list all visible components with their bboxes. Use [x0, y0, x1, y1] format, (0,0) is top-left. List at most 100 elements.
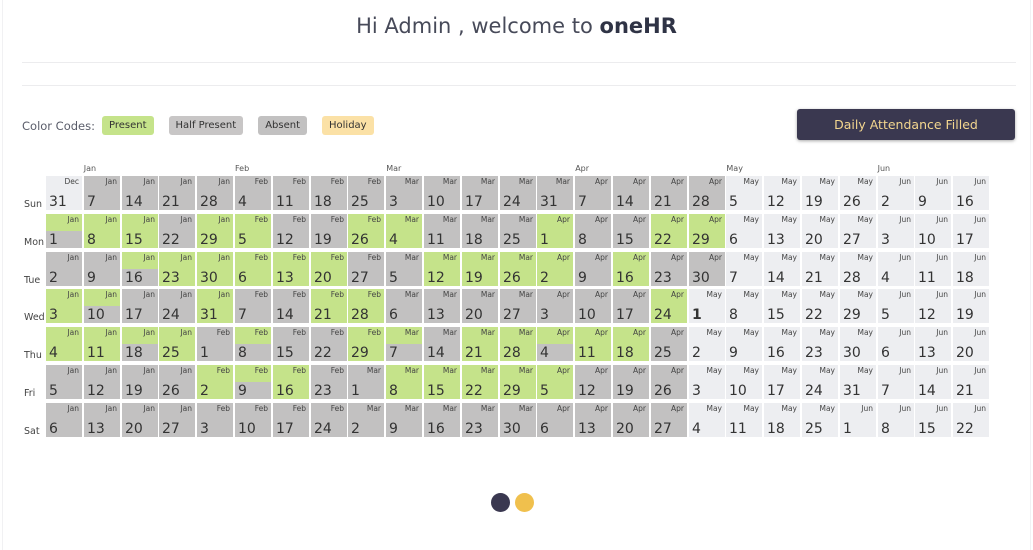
daily-attendance-filled-button[interactable]: Daily Attendance Filled: [797, 109, 1015, 140]
calendar-day-cell[interactable]: May 2: [689, 327, 725, 361]
calendar-day-cell[interactable]: May 20: [802, 214, 838, 248]
calendar-day-cell[interactable]: Jan 18: [122, 327, 158, 361]
calendar-day-cell[interactable]: Jun 7: [878, 365, 914, 399]
calendar-day-cell[interactable]: Apr 13: [575, 403, 611, 437]
calendar-day-cell[interactable]: Jan 24: [159, 289, 195, 323]
calendar-day-cell[interactable]: Mar 24: [500, 176, 536, 210]
calendar-day-cell[interactable]: Jun 1: [840, 403, 876, 437]
calendar-day-cell[interactable]: Feb 13: [273, 252, 309, 286]
calendar-day-cell[interactable]: Feb 10: [235, 403, 271, 437]
calendar-day-cell[interactable]: Apr 14: [613, 176, 649, 210]
calendar-day-cell[interactable]: May 11: [726, 403, 762, 437]
calendar-day-cell[interactable]: Mar 8: [386, 365, 422, 399]
calendar-day-cell[interactable]: Mar 28: [500, 327, 536, 361]
calendar-day-cell[interactable]: Jan 10: [84, 289, 120, 323]
calendar-day-cell[interactable]: Feb 8: [235, 327, 271, 361]
calendar-day-cell[interactable]: Jun 19: [953, 289, 989, 323]
calendar-day-cell[interactable]: Jan 25: [159, 327, 195, 361]
calendar-day-cell[interactable]: Apr 29: [689, 214, 725, 248]
calendar-day-cell[interactable]: Jan 17: [122, 289, 158, 323]
calendar-day-cell[interactable]: Apr 11: [575, 327, 611, 361]
calendar-day-cell[interactable]: Mar 6: [386, 289, 422, 323]
calendar-day-cell[interactable]: Mar 18: [462, 214, 498, 248]
calendar-day-cell[interactable]: Apr 24: [651, 289, 687, 323]
calendar-day-cell[interactable]: May 30: [840, 327, 876, 361]
calendar-day-cell[interactable]: Apr 3: [537, 289, 573, 323]
calendar-day-cell[interactable]: Mar 31: [537, 176, 573, 210]
calendar-day-cell[interactable]: Jan 26: [159, 365, 195, 399]
calendar-day-cell[interactable]: May 4: [689, 403, 725, 437]
calendar-day-cell[interactable]: Jan 22: [159, 214, 195, 248]
calendar-day-cell[interactable]: Feb 5: [235, 214, 271, 248]
calendar-day-cell[interactable]: Jun 13: [915, 327, 951, 361]
calendar-day-cell[interactable]: Mar 29: [500, 365, 536, 399]
calendar-day-cell[interactable]: Feb 4: [235, 176, 271, 210]
calendar-day-cell[interactable]: Jan 19: [122, 365, 158, 399]
calendar-day-cell[interactable]: Feb 21: [311, 289, 347, 323]
calendar-day-cell[interactable]: May 14: [764, 252, 800, 286]
calendar-day-cell[interactable]: Jun 18: [953, 252, 989, 286]
calendar-day-cell[interactable]: Jan 20: [122, 403, 158, 437]
calendar-day-cell[interactable]: Jun 2: [878, 176, 914, 210]
calendar-day-cell[interactable]: Jan 31: [197, 289, 233, 323]
calendar-day-cell[interactable]: Apr 28: [689, 176, 725, 210]
calendar-day-cell[interactable]: Feb 11: [273, 176, 309, 210]
calendar-day-cell[interactable]: Jun 21: [953, 365, 989, 399]
calendar-day-cell[interactable]: Jun 15: [915, 403, 951, 437]
calendar-day-cell[interactable]: Apr 25: [651, 327, 687, 361]
calendar-day-cell[interactable]: Feb 20: [311, 252, 347, 286]
calendar-day-cell[interactable]: Apr 22: [651, 214, 687, 248]
calendar-day-cell[interactable]: May 7: [726, 252, 762, 286]
calendar-day-cell[interactable]: Jan 13: [84, 403, 120, 437]
calendar-day-cell[interactable]: Jan 9: [84, 252, 120, 286]
calendar-day-cell[interactable]: Feb 28: [348, 289, 384, 323]
calendar-day-cell[interactable]: Feb 7: [235, 289, 271, 323]
calendar-day-cell[interactable]: May 25: [802, 403, 838, 437]
calendar-day-cell[interactable]: Apr 16: [613, 252, 649, 286]
calendar-day-cell[interactable]: Jan 29: [197, 214, 233, 248]
calendar-day-cell[interactable]: Mar 4: [386, 214, 422, 248]
calendar-day-cell[interactable]: May 17: [764, 365, 800, 399]
calendar-day-cell[interactable]: Mar 22: [462, 365, 498, 399]
calendar-day-cell[interactable]: May 28: [840, 252, 876, 286]
calendar-day-cell[interactable]: Mar 19: [462, 252, 498, 286]
calendar-day-cell[interactable]: May 10: [726, 365, 762, 399]
calendar-day-cell[interactable]: Mar 11: [424, 214, 460, 248]
calendar-day-cell[interactable]: Jan 6: [46, 403, 82, 437]
calendar-day-cell[interactable]: Mar 2: [348, 403, 384, 437]
calendar-day-cell[interactable]: Mar 23: [462, 403, 498, 437]
calendar-day-cell[interactable]: Feb 26: [348, 214, 384, 248]
calendar-day-cell[interactable]: Apr 23: [651, 252, 687, 286]
calendar-day-cell[interactable]: Jan 3: [46, 289, 82, 323]
calendar-day-cell[interactable]: Mar 21: [462, 327, 498, 361]
calendar-day-cell[interactable]: Feb 18: [311, 176, 347, 210]
calendar-day-cell[interactable]: Feb 17: [273, 403, 309, 437]
calendar-day-cell[interactable]: May 1: [689, 289, 725, 323]
calendar-day-cell[interactable]: Jan 21: [159, 176, 195, 210]
calendar-day-cell[interactable]: May 8: [726, 289, 762, 323]
calendar-day-cell[interactable]: Apr 26: [651, 365, 687, 399]
calendar-day-cell[interactable]: Feb 25: [348, 176, 384, 210]
calendar-day-cell[interactable]: Apr 12: [575, 365, 611, 399]
calendar-day-cell[interactable]: Jun 8: [878, 403, 914, 437]
calendar-day-cell[interactable]: Apr 20: [613, 403, 649, 437]
calendar-day-cell[interactable]: Jan 14: [122, 176, 158, 210]
calendar-day-cell[interactable]: Jan 1: [46, 214, 82, 248]
calendar-day-cell[interactable]: Jan 12: [84, 365, 120, 399]
calendar-day-cell[interactable]: Mar 14: [424, 327, 460, 361]
calendar-day-cell[interactable]: Apr 17: [613, 289, 649, 323]
calendar-day-cell[interactable]: Jun 20: [953, 327, 989, 361]
calendar-day-cell[interactable]: Mar 3: [386, 176, 422, 210]
calendar-day-cell[interactable]: May 26: [840, 176, 876, 210]
calendar-day-cell[interactable]: Jun 9: [915, 176, 951, 210]
carousel-dot-active[interactable]: [491, 493, 510, 512]
calendar-day-cell[interactable]: Apr 2: [537, 252, 573, 286]
calendar-day-cell[interactable]: Apr 30: [689, 252, 725, 286]
calendar-day-cell[interactable]: Feb 27: [348, 252, 384, 286]
calendar-day-cell[interactable]: Apr 15: [613, 214, 649, 248]
calendar-day-cell[interactable]: Jan 28: [197, 176, 233, 210]
calendar-day-cell[interactable]: Jun 22: [953, 403, 989, 437]
calendar-day-cell[interactable]: Apr 8: [575, 214, 611, 248]
calendar-day-cell[interactable]: Feb 29: [348, 327, 384, 361]
calendar-day-cell[interactable]: Mar 17: [462, 176, 498, 210]
